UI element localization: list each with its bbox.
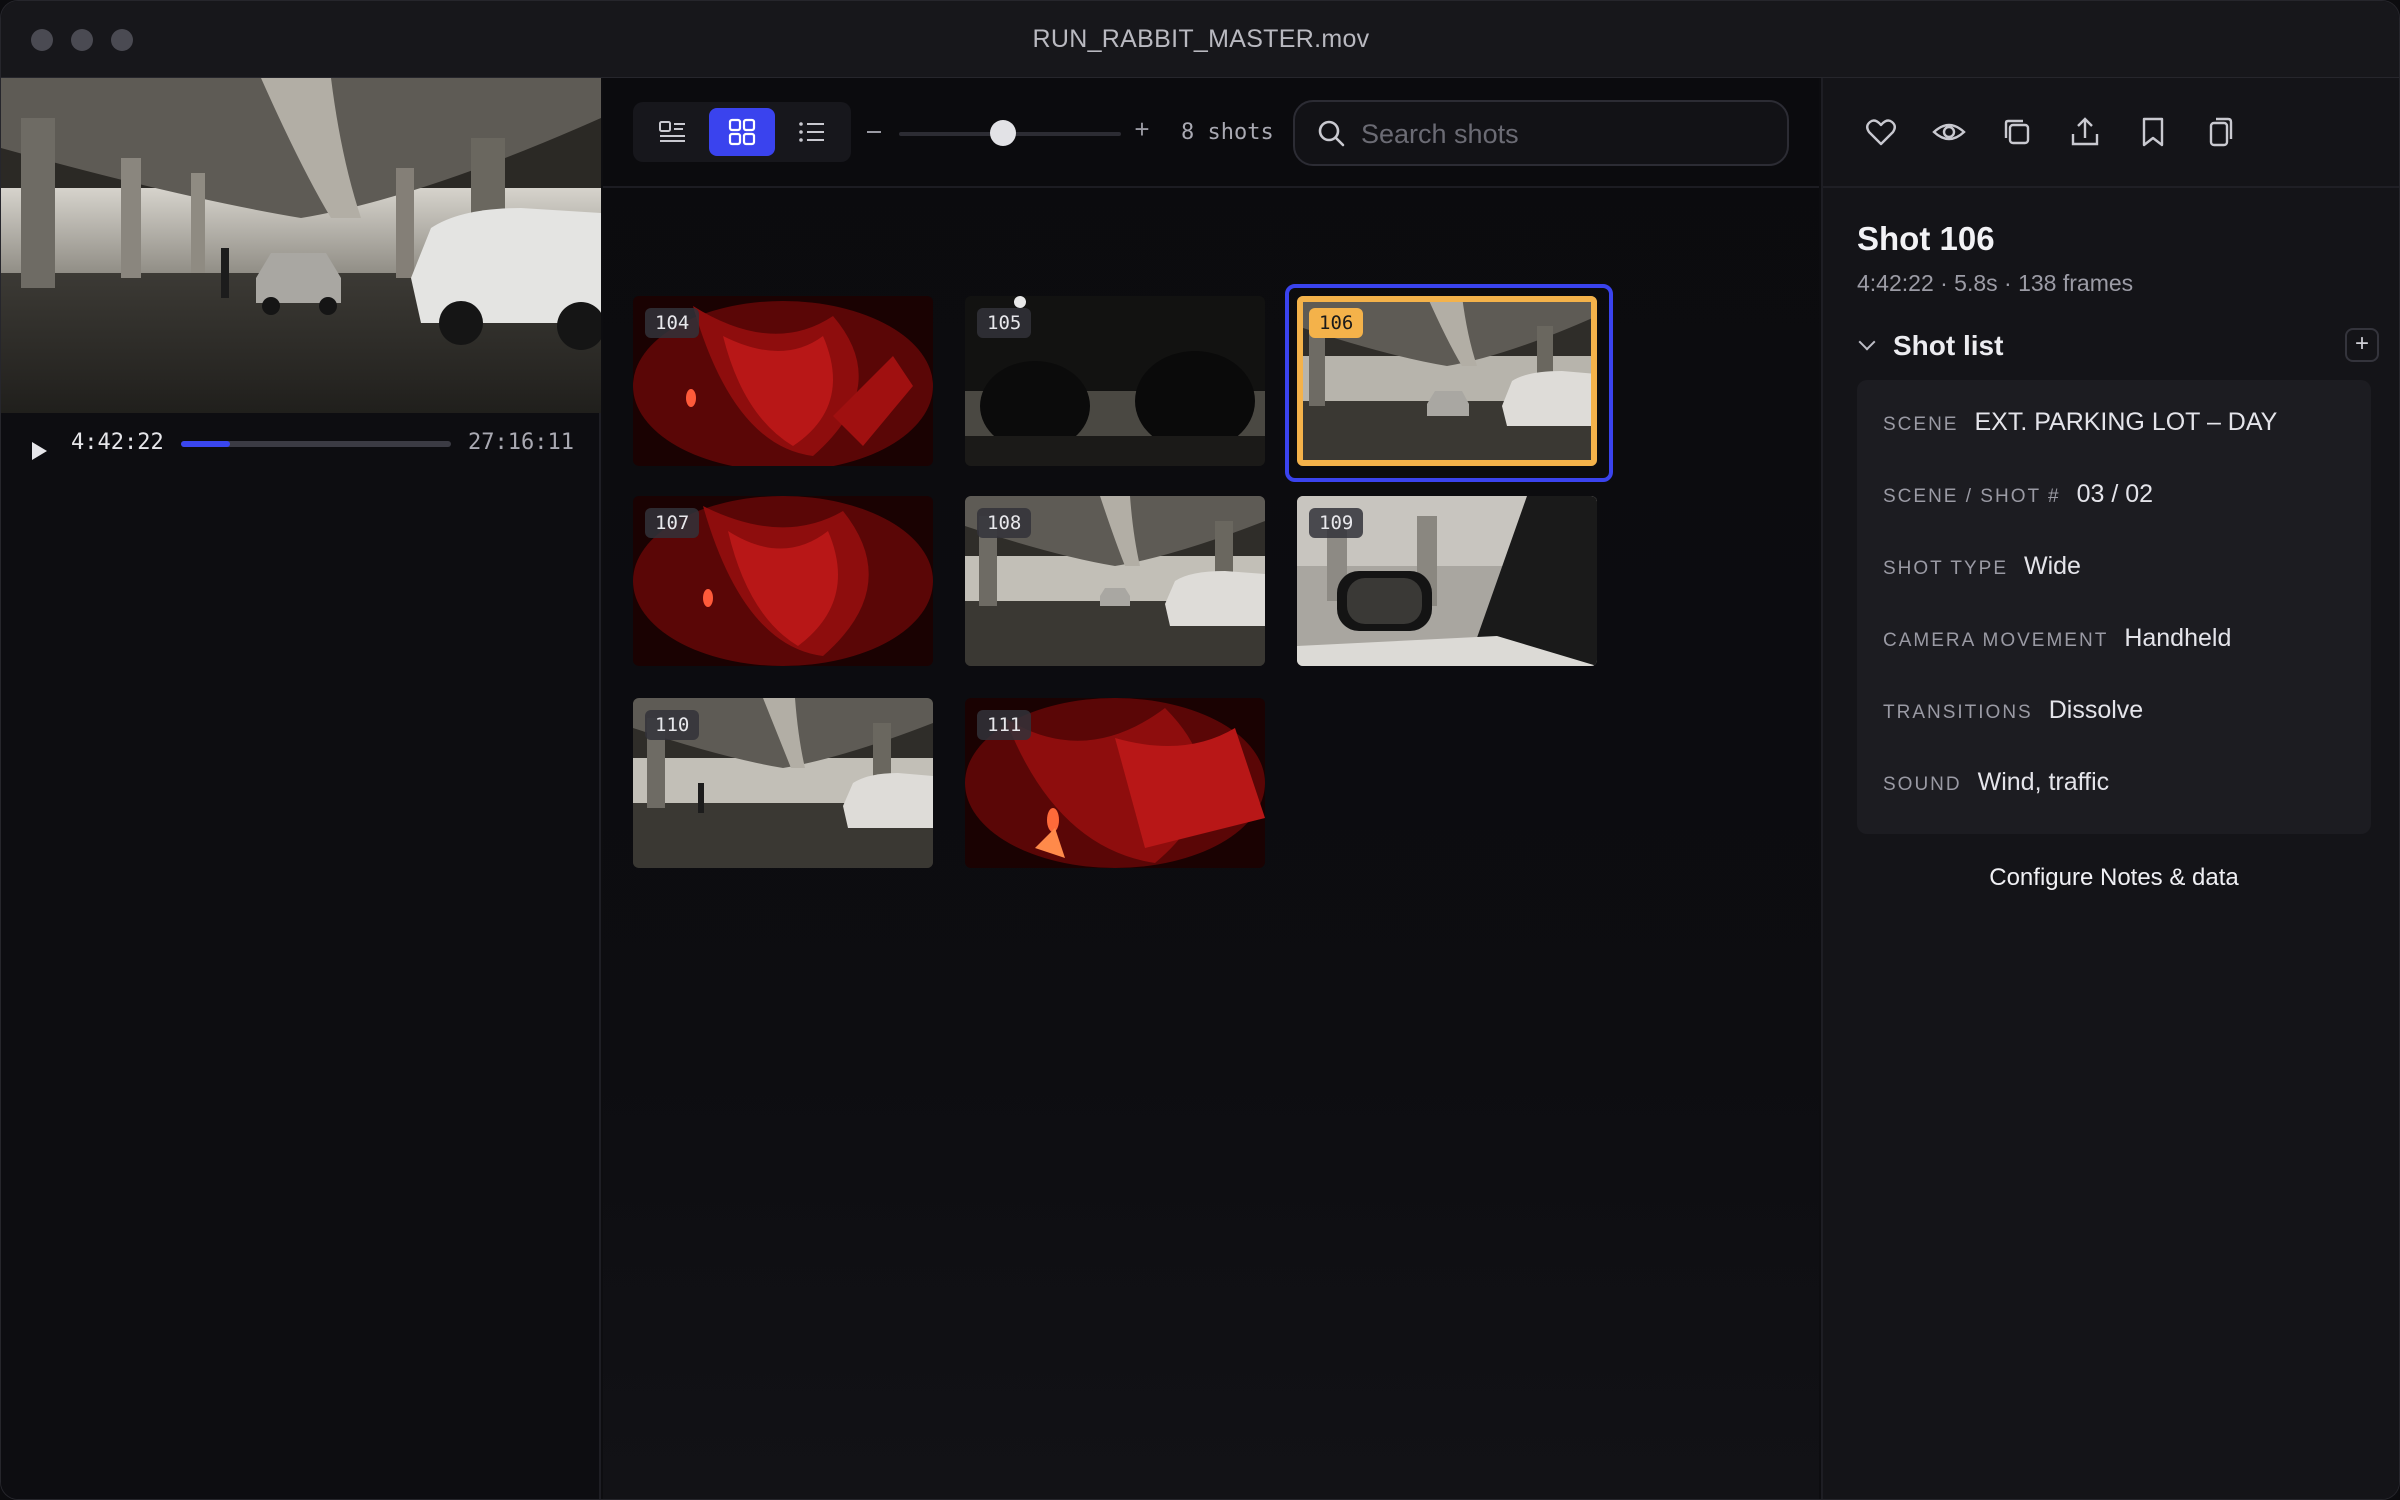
search-input[interactable] (1361, 112, 1771, 156)
configure-notes-button[interactable]: Configure Notes & data (1857, 864, 2371, 892)
shot-list-label: Shot list (1893, 330, 2004, 361)
shot-meta: 4:42:22 · 5.8s · 138 frames (1857, 270, 2134, 296)
shot-number-badge: 108 (977, 508, 1032, 538)
detail-list-icon (659, 121, 685, 142)
shot-number-badge: 105 (977, 308, 1032, 338)
field-value: 03 / 02 (2076, 480, 2154, 508)
current-timecode: 4:42:22 (71, 430, 164, 455)
shot-thumbnail-107[interactable]: 107 (633, 496, 933, 666)
window-title: RUN_RABBIT_MASTER.mov (1032, 25, 1370, 53)
duplicate-icon[interactable] (2203, 114, 2239, 150)
shot-list-section-header[interactable]: Shot list + (1857, 326, 2379, 366)
share-icon[interactable] (2067, 114, 2103, 150)
field-key: Scene / Shot # (1883, 486, 2061, 507)
eye-icon[interactable] (1931, 114, 1967, 150)
shot-title: Shot 106 (1857, 220, 1995, 257)
shot-thumbnail-105[interactable]: 105 (965, 296, 1265, 466)
field-transitions[interactable]: Transitions Dissolve (1883, 690, 2143, 730)
field-shot-type[interactable]: Shot type Wide (1883, 546, 2081, 586)
shot-thumbnail-106[interactable]: 106 (1297, 296, 1597, 466)
shot-count: 8 shots (1181, 120, 1274, 145)
title-bar: RUN_RABBIT_MASTER.mov (1, 1, 2399, 78)
chevron-down-icon (1858, 333, 1876, 351)
add-field-button[interactable]: + (2345, 328, 2379, 362)
shot-number-badge: 110 (645, 710, 700, 740)
preview-panel: 4:42:22 27:16:11 (1, 78, 601, 1499)
preview-frame-image (1, 78, 601, 413)
copy-icon[interactable] (1999, 114, 2035, 150)
shot-list-fields: Scene EXT. PARKING LOT – DAY Scene / Shot… (1857, 380, 2371, 834)
field-scene[interactable]: Scene EXT. PARKING LOT – DAY (1883, 402, 2277, 442)
playback-controls: 4:42:22 27:16:11 (1, 413, 601, 473)
shot-thumbnail-110[interactable]: 110 (633, 698, 933, 868)
inspector-toolbar (1823, 78, 2399, 188)
search-icon (1318, 120, 1345, 147)
grid-icon (728, 118, 756, 146)
shots-browser: + 8 shots Search shots 104 105 106 107 1… (603, 78, 1819, 1499)
field-key: Transitions (1883, 702, 2033, 723)
list-view-button[interactable] (779, 108, 845, 156)
shot-number-badge: 111 (977, 710, 1032, 740)
field-sound[interactable]: Sound Wind, traffic (1883, 762, 2109, 802)
duration-timecode: 27:16:11 (468, 430, 574, 455)
shot-number-badge: 106 (1309, 308, 1364, 338)
zoom-out-icon[interactable] (867, 131, 881, 133)
thumbnail-size-slider-handle[interactable] (990, 120, 1017, 146)
search-box (1293, 100, 1789, 166)
shot-thumbnail-108[interactable]: 108 (965, 496, 1265, 666)
field-value: Dissolve (2048, 696, 2144, 724)
field-scene-shot-number[interactable]: Scene / Shot # 03 / 02 (1883, 474, 2153, 514)
field-value: EXT. PARKING LOT – DAY (1974, 408, 2278, 436)
video-preview[interactable] (1, 78, 601, 413)
play-icon[interactable] (32, 442, 47, 460)
app-window: RUN_RABBIT_MASTER.mov 4:42:22 27:16:11 +… (0, 0, 2400, 1500)
field-value: Handheld (2124, 624, 2232, 652)
bookmark-icon[interactable] (2135, 114, 2171, 150)
shot-thumbnail-109[interactable]: 109 (1297, 496, 1597, 666)
detail-list-view-button[interactable] (639, 108, 705, 156)
shot-number-badge: 107 (645, 508, 700, 538)
field-key: Scene (1883, 414, 1959, 435)
heart-icon[interactable] (1863, 114, 1899, 150)
grid-view-button[interactable] (709, 108, 775, 156)
field-key: Shot type (1883, 558, 2008, 579)
view-mode-switcher (633, 102, 851, 162)
shot-thumbnail-111[interactable]: 111 (965, 698, 1265, 868)
list-icon (799, 122, 824, 142)
shot-thumbnail-104[interactable]: 104 (633, 296, 933, 466)
inspector-panel: Shot 106 4:42:22 · 5.8s · 138 frames Sho… (1821, 78, 2399, 1499)
field-camera-movement[interactable]: Camera movement Handheld (1883, 618, 2231, 658)
field-value: Wide (2024, 552, 2081, 580)
field-value: Wind, traffic (1977, 768, 2110, 796)
shot-number-badge: 109 (1309, 508, 1364, 538)
field-key: Camera movement (1883, 630, 2109, 651)
zoom-in-icon[interactable]: + (1131, 116, 1153, 142)
playback-scrubber[interactable] (181, 441, 451, 447)
shots-grid: 104 105 106 107 108 109 110 111 (603, 190, 1819, 1499)
shot-number-badge: 104 (645, 308, 700, 338)
browser-toolbar: + 8 shots (603, 78, 1819, 188)
field-key: Sound (1883, 774, 1962, 795)
playback-progress-fill (181, 441, 230, 447)
